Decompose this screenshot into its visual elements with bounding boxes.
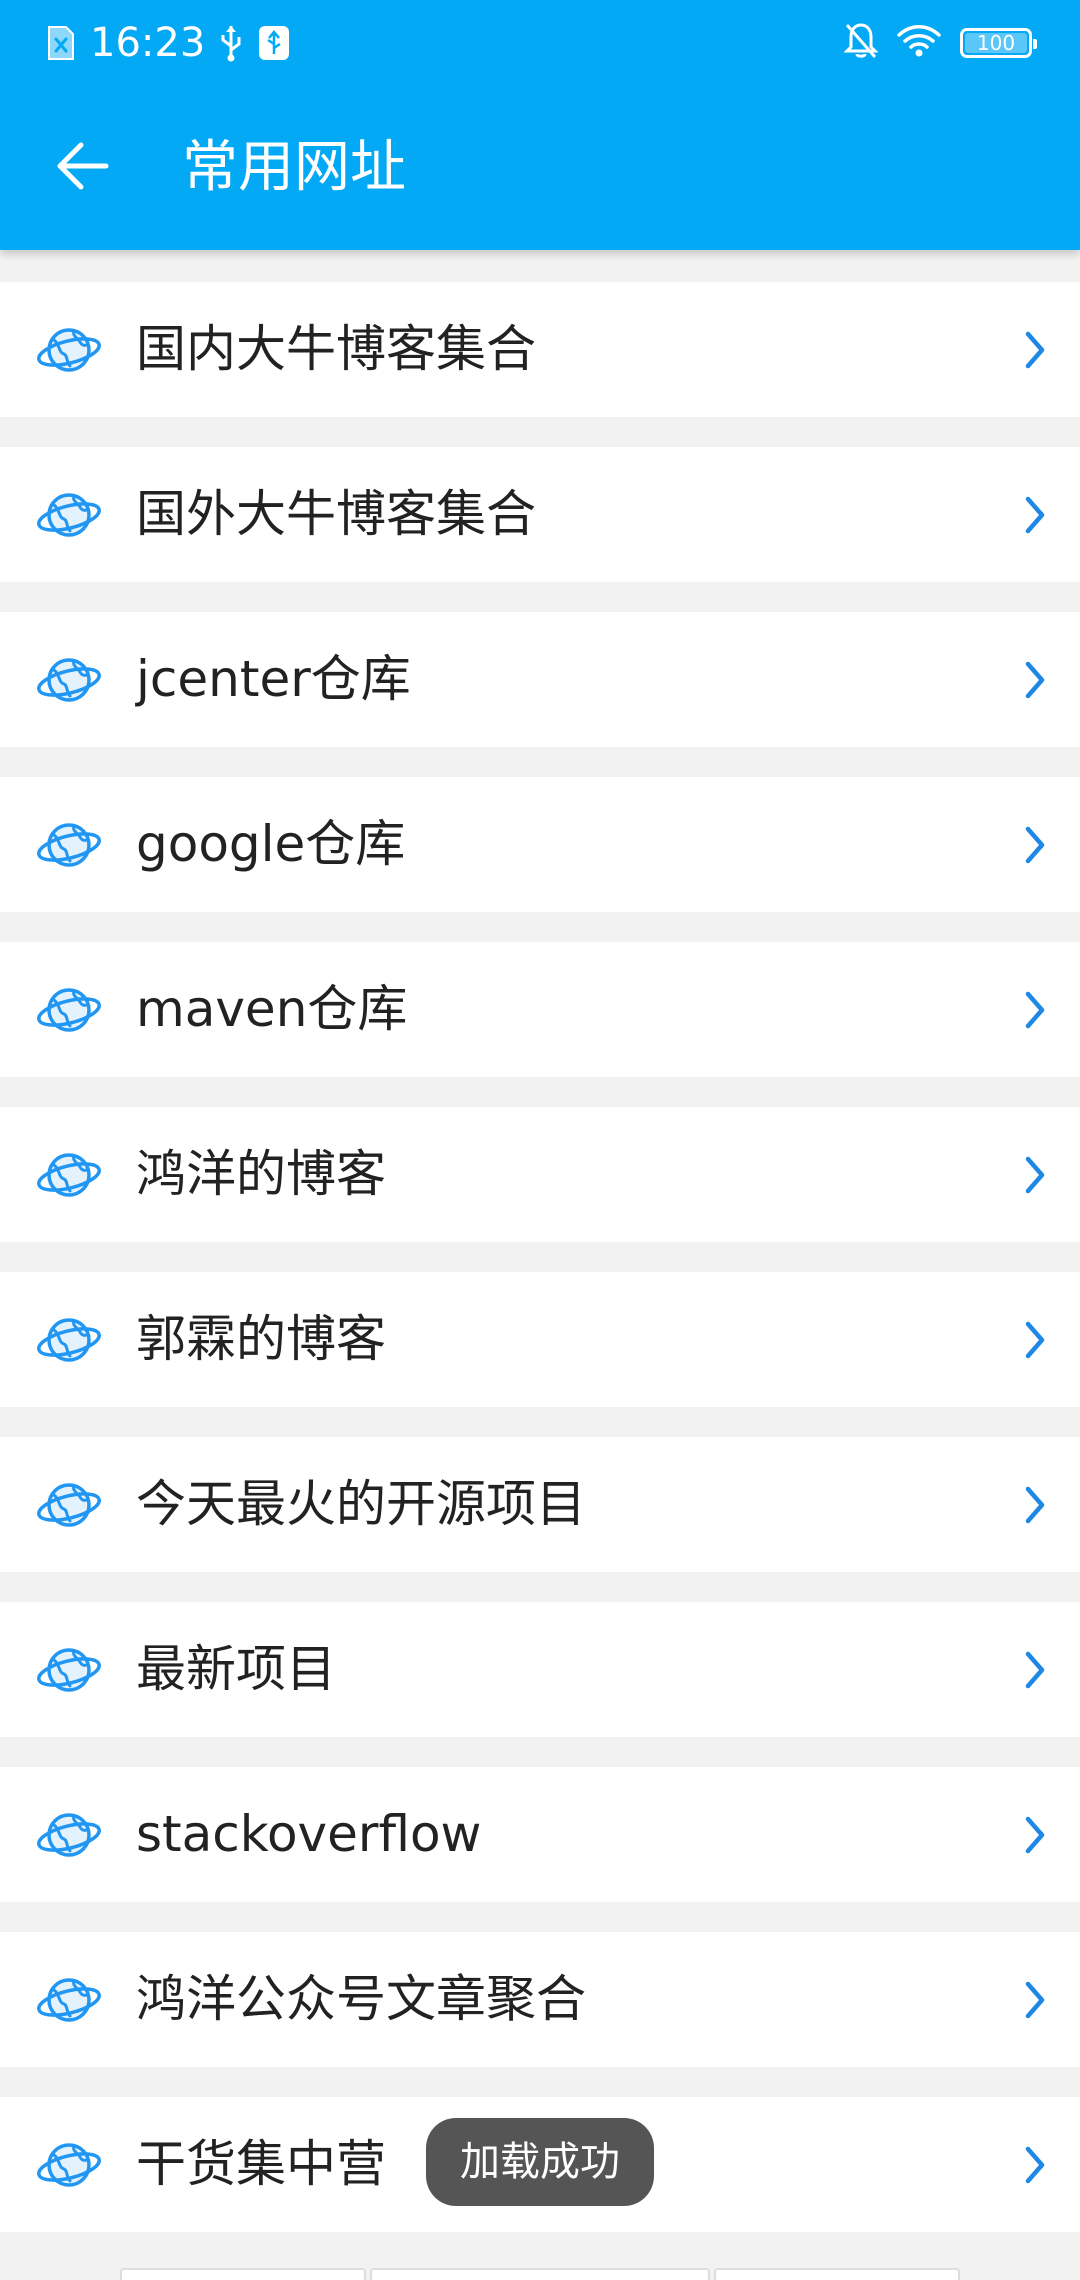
list-item[interactable]: stackoverflow (0, 1767, 1080, 1902)
chevron-right-icon (1020, 823, 1050, 867)
chevron-right-icon (1020, 1978, 1050, 2022)
chevron-right-icon (1020, 988, 1050, 1032)
chevron-right-icon (1020, 2143, 1050, 2187)
globe-icon (36, 1477, 102, 1533)
globe-icon (36, 1147, 102, 1203)
wifi-icon (896, 23, 942, 63)
battery-icon: 100 (960, 28, 1037, 58)
globe-icon (36, 322, 102, 378)
list-item[interactable]: 今天最火的开源项目 (0, 1437, 1080, 1572)
battery-level: 100 (976, 31, 1016, 55)
list-item-label: stackoverflow (136, 1805, 482, 1863)
globe-icon (36, 487, 102, 543)
list-item[interactable]: 国外大牛博客集合 (0, 447, 1080, 582)
chevron-right-icon (1020, 1648, 1050, 1692)
notifications-off-icon (843, 21, 879, 65)
list-item[interactable]: google仓库 (0, 777, 1080, 912)
list-item[interactable]: jcenter仓库 (0, 612, 1080, 747)
sim-error-icon (46, 24, 76, 62)
bottom-tab-peek (120, 2268, 366, 2280)
list-item[interactable]: 鸿洋公众号文章聚合 (0, 1932, 1080, 2067)
bottom-tab-peek (714, 2268, 960, 2280)
list-item-label: 郭霖的博客 (136, 1310, 386, 1368)
list-item-label: jcenter仓库 (136, 650, 411, 708)
list-item[interactable]: 鸿洋的博客 (0, 1107, 1080, 1242)
chevron-right-icon (1020, 1483, 1050, 1527)
list-item-label: 今天最火的开源项目 (136, 1475, 586, 1533)
chevron-right-icon (1020, 1318, 1050, 1362)
chevron-right-icon (1020, 1813, 1050, 1857)
page-title: 常用网址 (182, 135, 406, 200)
toolbar: 常用网址 (0, 86, 1080, 250)
list-item-label: 鸿洋公众号文章聚合 (136, 1970, 586, 2028)
list-item-label: 最新项目 (136, 1640, 336, 1698)
list-item[interactable]: 最新项目 (0, 1602, 1080, 1737)
list-item[interactable]: maven仓库 (0, 942, 1080, 1077)
list-item-label: maven仓库 (136, 980, 408, 1038)
list-item-label: google仓库 (136, 815, 406, 873)
globe-icon (36, 817, 102, 873)
back-button[interactable] (40, 132, 124, 204)
chevron-right-icon (1020, 658, 1050, 702)
arrow-left-icon (54, 141, 110, 195)
globe-icon (36, 1972, 102, 2028)
status-bar: 16:23 100 (0, 0, 1080, 86)
globe-icon (36, 652, 102, 708)
status-bar-left: 16:23 (46, 20, 291, 66)
list-item-label: 国外大牛博客集合 (136, 485, 536, 543)
list-item-label: 国内大牛博客集合 (136, 320, 536, 378)
chevron-right-icon (1020, 493, 1050, 537)
chevron-right-icon (1020, 328, 1050, 372)
toast-message: 加载成功 (426, 2118, 654, 2206)
globe-icon (36, 1312, 102, 1368)
globe-icon (36, 982, 102, 1038)
list-item-label: 鸿洋的博客 (136, 1145, 386, 1203)
usb-debug-icon (257, 24, 291, 62)
app-bar: 16:23 100 常用网址 (0, 0, 1080, 250)
chevron-right-icon (1020, 1153, 1050, 1197)
bottom-tab-peek (370, 2268, 710, 2280)
globe-icon (36, 2137, 102, 2193)
globe-icon (36, 1642, 102, 1698)
list-item-label: 干货集中营 (136, 2135, 386, 2193)
status-clock: 16:23 (90, 20, 206, 66)
status-bar-right: 100 (843, 20, 1037, 66)
list-item[interactable]: 郭霖的博客 (0, 1272, 1080, 1407)
list-item[interactable]: 国内大牛博客集合 (0, 282, 1080, 417)
globe-icon (36, 1807, 102, 1863)
usb-icon (219, 24, 243, 62)
